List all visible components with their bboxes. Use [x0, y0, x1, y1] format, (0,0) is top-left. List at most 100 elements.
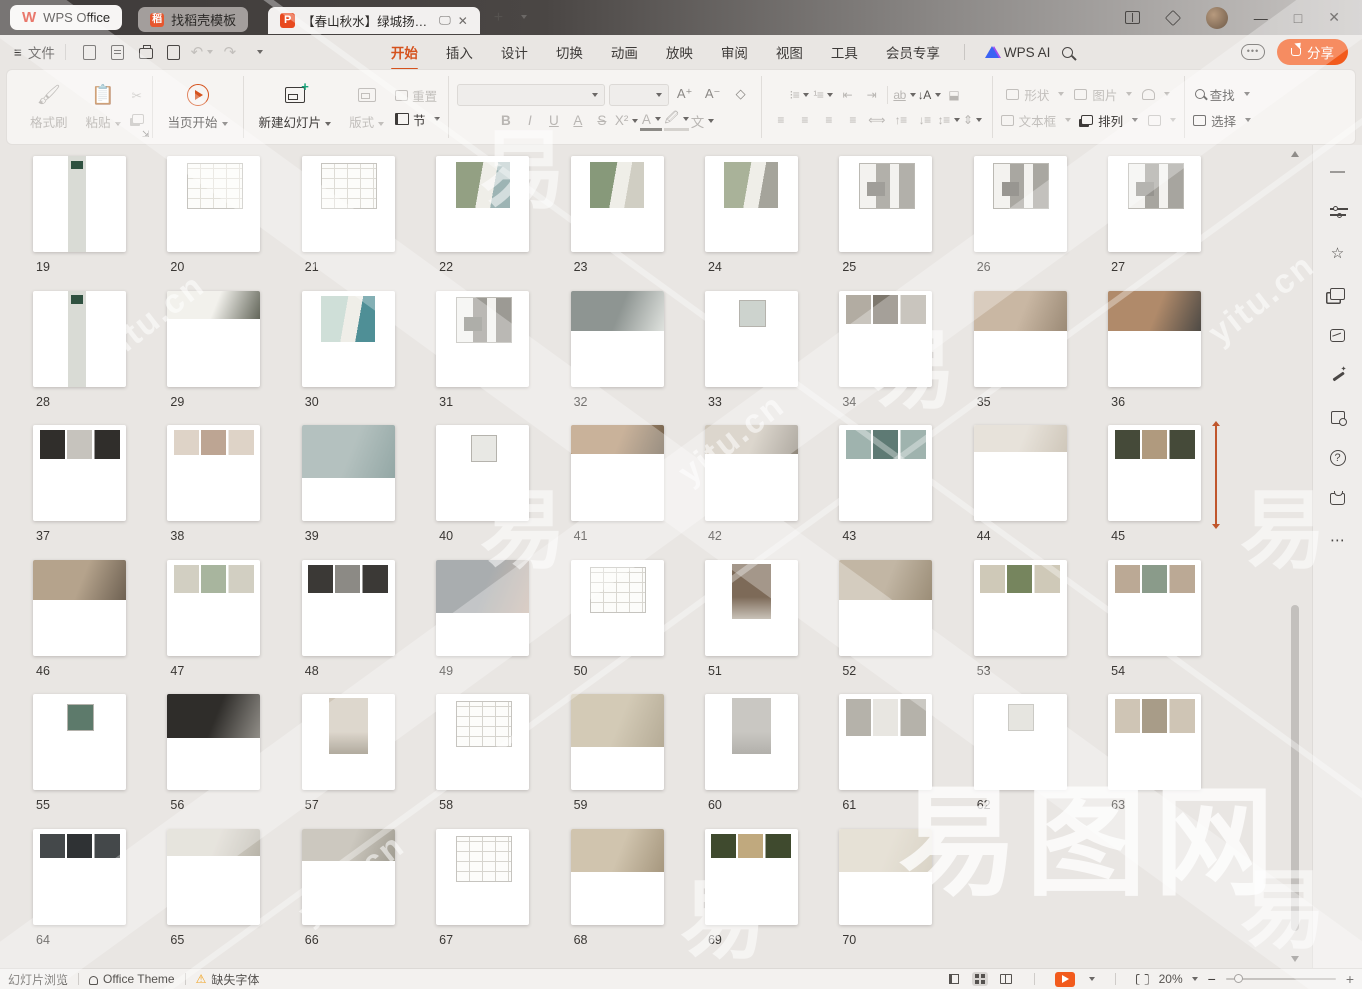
- format-painter-button[interactable]: 🖌 格式刷: [23, 81, 75, 133]
- normal-view-button[interactable]: [946, 972, 962, 986]
- slide-thumbnail-43[interactable]: [839, 425, 932, 521]
- slide-thumbnail-45[interactable]: [1108, 425, 1201, 521]
- print-preview-icon[interactable]: [163, 41, 185, 63]
- tab-tools[interactable]: 工具: [817, 36, 872, 68]
- slide-thumbnail-61[interactable]: [839, 694, 932, 790]
- zoom-in-button[interactable]: +: [1346, 971, 1354, 987]
- slide-cell[interactable]: 21: [302, 156, 396, 291]
- slide-cell[interactable]: 41: [571, 425, 665, 560]
- slide-cell[interactable]: 56: [167, 694, 261, 829]
- slide-cell[interactable]: 59: [571, 694, 665, 829]
- slide-cell[interactable]: 63: [1108, 694, 1202, 829]
- slide-sorter-view-button[interactable]: [972, 972, 988, 986]
- user-avatar[interactable]: [1206, 7, 1228, 29]
- magic-wand-icon[interactable]: [1328, 366, 1348, 386]
- slide-thumbnail-23[interactable]: [571, 156, 664, 252]
- slide-thumbnail-40[interactable]: [436, 425, 529, 521]
- vertical-text-button[interactable]: ↓A: [918, 85, 941, 105]
- tab-member[interactable]: 会员专享: [872, 36, 954, 68]
- slide-cell[interactable]: 57: [302, 694, 396, 829]
- slide-cell[interactable]: 39: [302, 425, 396, 560]
- search-icon[interactable]: [1056, 41, 1078, 63]
- slide-cell[interactable]: 35: [974, 291, 1068, 426]
- move-down-button[interactable]: ↓≡: [914, 110, 936, 130]
- zoom-out-button[interactable]: −: [1208, 971, 1216, 987]
- slide-thumbnail-46[interactable]: [33, 560, 126, 656]
- slide-cell[interactable]: 64: [33, 829, 127, 964]
- slide-thumbnail-69[interactable]: [705, 829, 798, 925]
- missing-fonts-warning[interactable]: ⚠缺失字体: [196, 971, 260, 988]
- paste-button[interactable]: 📋 粘贴: [79, 81, 128, 133]
- slide-cell[interactable]: 26: [974, 156, 1068, 291]
- slide-cell[interactable]: 28: [33, 291, 127, 426]
- maximize-button[interactable]: □: [1294, 10, 1302, 26]
- vertical-align-button[interactable]: ⇕: [962, 110, 984, 130]
- slide-cell[interactable]: 43: [839, 425, 933, 560]
- slide-cell[interactable]: 70: [839, 829, 933, 964]
- slide-thumbnail-58[interactable]: [436, 694, 529, 790]
- slide-thumbnail-55[interactable]: [33, 694, 126, 790]
- slide-cell[interactable]: 60: [705, 694, 799, 829]
- favorites-star-icon[interactable]: ☆: [1328, 243, 1348, 263]
- slide-cell[interactable]: 44: [974, 425, 1068, 560]
- slide-cell[interactable]: 30: [302, 291, 396, 426]
- wps-ai-button[interactable]: WPS AI: [985, 45, 1051, 60]
- slide-cell[interactable]: 33: [705, 291, 799, 426]
- play-options-chevron-icon[interactable]: [1089, 977, 1095, 981]
- skin-theme-icon[interactable]: [1328, 325, 1348, 345]
- outline-color-button[interactable]: [1148, 110, 1176, 130]
- slide-cell[interactable]: 20: [167, 156, 261, 291]
- collapse-icon[interactable]: —: [1328, 161, 1348, 181]
- template-shirt-icon[interactable]: [1328, 489, 1348, 509]
- arrange-button[interactable]: 排列: [1081, 110, 1138, 130]
- more-options-icon[interactable]: ⋯: [1328, 530, 1348, 550]
- strikethrough-button[interactable]: S: [591, 111, 613, 131]
- shapes-button[interactable]: 形状: [1006, 84, 1064, 104]
- toolbar-options-chevron-icon[interactable]: [247, 41, 269, 63]
- print-icon[interactable]: [135, 41, 157, 63]
- split-view-icon[interactable]: [1125, 11, 1140, 24]
- slide-thumbnail-65[interactable]: [167, 829, 260, 925]
- slide-thumbnail-52[interactable]: [839, 560, 932, 656]
- close-tab-icon[interactable]: ✕: [458, 14, 468, 28]
- slide-thumbnail-53[interactable]: [974, 560, 1067, 656]
- slide-thumbnail-50[interactable]: [571, 560, 664, 656]
- slide-cell[interactable]: 36: [1108, 291, 1202, 426]
- slide-thumbnail-60[interactable]: [705, 694, 798, 790]
- slide-thumbnail-70[interactable]: [839, 829, 932, 925]
- picture-button[interactable]: 图片: [1074, 84, 1132, 104]
- textbox-button[interactable]: 文本框: [1001, 110, 1072, 130]
- new-slide-button[interactable]: 新建幻灯片: [252, 81, 339, 133]
- char-border-button[interactable]: A: [567, 111, 589, 131]
- zoom-level[interactable]: 20%: [1159, 972, 1198, 986]
- distribute-button[interactable]: ⟺: [866, 110, 888, 130]
- slide-thumbnail-33[interactable]: [705, 291, 798, 387]
- copy-button[interactable]: [132, 110, 144, 128]
- align-center-button[interactable]: ≡: [794, 110, 816, 130]
- slide-cell[interactable]: 48: [302, 560, 396, 695]
- slide-thumbnail-68[interactable]: [571, 829, 664, 925]
- vertical-scrollbar[interactable]: [1290, 149, 1300, 964]
- slide-thumbnail-24[interactable]: [705, 156, 798, 252]
- slideshow-play-button[interactable]: [1055, 972, 1075, 987]
- slide-cell[interactable]: 37: [33, 425, 127, 560]
- align-left-button[interactable]: ≡: [770, 110, 792, 130]
- slide-cell[interactable]: 32: [571, 291, 665, 426]
- minimize-button[interactable]: —: [1254, 10, 1268, 26]
- slide-cell[interactable]: 40: [436, 425, 530, 560]
- tab-docer-templates[interactable]: 稻 找稻壳模板: [138, 7, 248, 32]
- slide-thumbnail-42[interactable]: [705, 425, 798, 521]
- slide-thumbnail-28[interactable]: [33, 291, 126, 387]
- undo-icon[interactable]: ↶: [191, 41, 213, 63]
- slide-thumbnail-35[interactable]: [974, 291, 1067, 387]
- document-search-icon[interactable]: [1328, 407, 1348, 427]
- move-up-button[interactable]: ↑≡: [890, 110, 912, 130]
- slide-thumbnail-57[interactable]: [302, 694, 395, 790]
- slide-thumbnail-34[interactable]: [839, 291, 932, 387]
- tab-view[interactable]: 视图: [762, 36, 817, 68]
- shapes-panel-icon[interactable]: [1328, 284, 1348, 304]
- slide-cell[interactable]: 69: [705, 829, 799, 964]
- bold-button[interactable]: B: [495, 111, 517, 131]
- slide-thumbnail-47[interactable]: [167, 560, 260, 656]
- find-button[interactable]: 查找: [1195, 84, 1250, 104]
